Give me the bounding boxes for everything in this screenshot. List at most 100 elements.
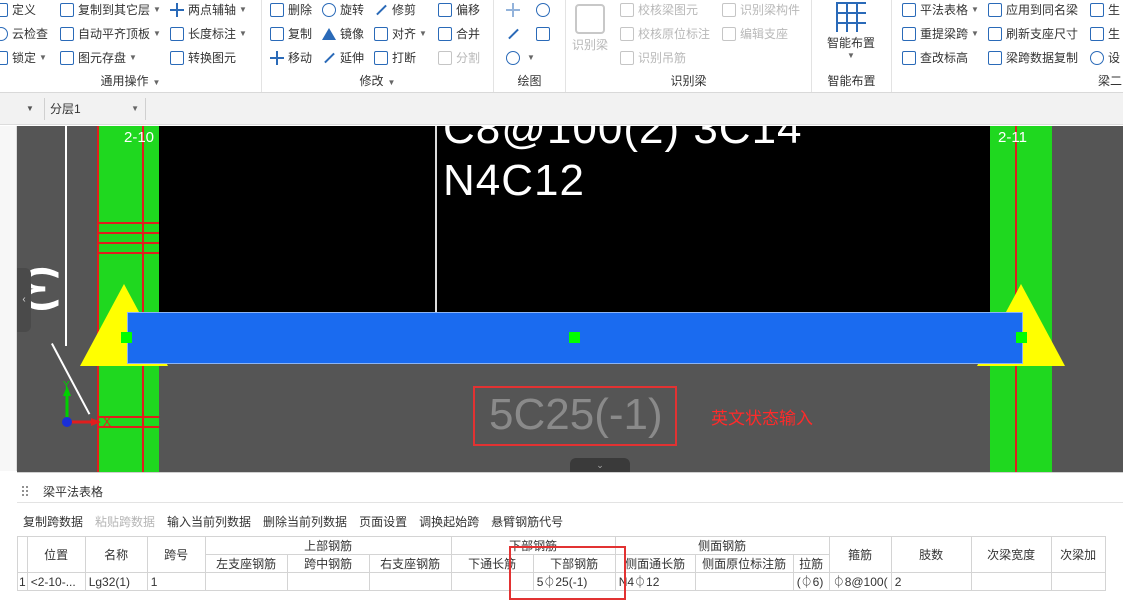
cell-span[interactable]: 1 bbox=[146, 572, 206, 591]
settings-icon bbox=[1090, 51, 1104, 65]
offset-button[interactable]: 偏移 bbox=[438, 0, 480, 20]
page-setup-button[interactable]: 页面设置 bbox=[359, 513, 407, 533]
cloud-check-button[interactable]: 云检查 bbox=[0, 24, 48, 44]
line-draw-button[interactable] bbox=[506, 24, 524, 44]
chevron-down-icon: ▼ bbox=[152, 78, 161, 87]
identify-hanger-button[interactable]: 识别吊筋 bbox=[620, 48, 686, 68]
smart-layout-button[interactable]: 智能布置 ▼ bbox=[818, 2, 884, 60]
layer-selector[interactable]: 分层1 ▼ bbox=[44, 98, 146, 120]
beam-stirrup-annotation[interactable]: C8@100(2) 3C14 bbox=[443, 126, 803, 154]
group-title-identify: 识别梁 bbox=[670, 74, 707, 88]
rotate-button[interactable]: 旋转 bbox=[322, 0, 364, 20]
rotate-point-draw-button[interactable] bbox=[536, 0, 554, 20]
beam-grip-middle[interactable] bbox=[569, 332, 580, 343]
move-button[interactable]: 移动 bbox=[270, 48, 312, 68]
hanger-icon bbox=[620, 51, 634, 65]
beam-grip-left[interactable] bbox=[121, 332, 132, 343]
edit-elevation-button[interactable]: 查改标高 bbox=[902, 48, 968, 68]
flat-table-button[interactable]: 平法表格 ▼ bbox=[902, 0, 979, 20]
beam-grip-right[interactable] bbox=[1016, 332, 1027, 343]
generate-button-1[interactable]: 生 bbox=[1090, 0, 1120, 20]
cell-side-through[interactable]: N4⏀12 bbox=[614, 572, 696, 591]
input-column-data-button[interactable]: 输入当前列数据 bbox=[167, 513, 251, 533]
copy-button[interactable]: 复制 bbox=[270, 24, 312, 44]
convert-element-button[interactable]: 转换图元 bbox=[170, 48, 236, 68]
cell-sub-width[interactable] bbox=[970, 572, 1052, 591]
check-beam-element-button[interactable]: 校核梁图元 bbox=[620, 0, 698, 20]
arc-draw-button[interactable]: ▼ bbox=[506, 48, 535, 68]
two-point-axis-button[interactable]: 两点辅轴 ▼ bbox=[170, 0, 247, 20]
layer-bar: ▼ 分层1 ▼ bbox=[0, 93, 1123, 125]
rect-draw-button[interactable] bbox=[536, 24, 554, 44]
check-inplace-annotation-button[interactable]: 校核原位标注 bbox=[620, 24, 710, 44]
group-general: 定义 云检查 锁定 ▼ 复制到其它层 ▼ 自动平齐顶板 ▼ 图元存盘 ▼ 两点辅轴 ▼ 长… bbox=[0, 0, 262, 92]
table-header-index bbox=[17, 536, 28, 573]
group-title-draw: 绘图 bbox=[517, 74, 542, 88]
cell-legs[interactable]: 2 bbox=[890, 572, 972, 591]
mirror-button[interactable]: 镜像 bbox=[322, 24, 364, 44]
drag-handle-icon[interactable] bbox=[21, 485, 29, 497]
table-header-side-through: 侧面通长筋 bbox=[614, 554, 696, 573]
align-button[interactable]: 对齐 ▼ bbox=[374, 24, 427, 44]
edit-support-icon bbox=[722, 27, 736, 41]
edit-support-button[interactable]: 编辑支座 bbox=[722, 24, 788, 44]
group-title-general[interactable]: 通用操作 ▼ bbox=[0, 72, 261, 89]
merge-button[interactable]: 合并 bbox=[438, 24, 480, 44]
cell-sub-add[interactable] bbox=[1050, 572, 1106, 591]
chevron-down-icon: ▼ bbox=[239, 5, 247, 14]
cantilever-rebar-code-button[interactable]: 悬臂钢筋代号 bbox=[491, 513, 563, 533]
floor-selector-dropdown[interactable]: ▼ bbox=[20, 99, 40, 119]
cell-stirrup[interactable]: ⏀8@100( bbox=[828, 572, 892, 591]
apply-same-name-button[interactable]: 应用到同名梁 bbox=[988, 0, 1078, 20]
delete-button[interactable]: 删除 bbox=[270, 0, 312, 20]
length-dimension-button[interactable]: 长度标注 ▼ bbox=[170, 24, 247, 44]
group-modify: 删除 复制 移动 旋转 镜像 延伸 修剪 对齐 ▼ 打断 偏移 合并 分割 修改 ▼ bbox=[262, 0, 494, 92]
point-draw-button[interactable] bbox=[506, 0, 524, 20]
split-button[interactable]: 分割 bbox=[438, 48, 480, 68]
generate-button-2[interactable]: 生 bbox=[1090, 24, 1120, 44]
panel-expand-handle[interactable]: ⌄ bbox=[570, 458, 630, 472]
refresh-support-size-button[interactable]: 刷新支座尺寸 bbox=[988, 24, 1078, 44]
element-save-button[interactable]: 图元存盘 ▼ bbox=[60, 48, 137, 68]
lock-button[interactable]: 锁定 ▼ bbox=[0, 48, 47, 68]
trim-button[interactable]: 修剪 bbox=[374, 0, 416, 20]
cell-position[interactable]: <2-10-... bbox=[26, 572, 86, 591]
group-title-modify[interactable]: 修改 ▼ bbox=[262, 72, 493, 89]
identify-beam-member-button[interactable]: 识别梁构件 bbox=[722, 0, 800, 20]
chevron-down-icon: ▼ bbox=[153, 5, 161, 14]
settings-button[interactable]: 设 bbox=[1090, 48, 1120, 68]
paste-span-data-button[interactable]: 粘贴跨数据 bbox=[95, 513, 155, 533]
define-button[interactable]: 定义 bbox=[0, 0, 36, 20]
span-data-copy-button[interactable]: 梁跨数据复制 bbox=[988, 48, 1078, 68]
copy-span-data-button[interactable]: 复制跨数据 bbox=[23, 513, 83, 533]
line-icon bbox=[506, 27, 520, 41]
mirror-icon bbox=[322, 28, 336, 40]
cell-top-right[interactable] bbox=[368, 572, 452, 591]
left-panel-collapse-handle[interactable]: ‹ bbox=[17, 268, 31, 332]
row-index: 1 bbox=[17, 572, 28, 591]
cell-tie[interactable]: (⏀6) bbox=[792, 572, 830, 591]
grid-layout-icon bbox=[836, 2, 866, 32]
table-header-name: 名称 bbox=[84, 536, 148, 573]
cell-side-inplace[interactable] bbox=[694, 572, 794, 591]
merge-icon bbox=[438, 27, 452, 41]
break-button[interactable]: 打断 bbox=[374, 48, 416, 68]
auto-align-slab-button[interactable]: 自动平齐顶板 ▼ bbox=[60, 24, 161, 44]
drawing-canvas[interactable]: 2-10 2-11 C8@100(2) 3C14 N4C12 ω 5C25(-1… bbox=[17, 126, 1123, 472]
delete-column-data-button[interactable]: 删除当前列数据 bbox=[263, 513, 347, 533]
chevron-down-icon: ▼ bbox=[129, 53, 137, 62]
axis-label-left: 2-10 bbox=[124, 129, 155, 146]
extend-button[interactable]: 延伸 bbox=[322, 48, 364, 68]
extend-icon bbox=[322, 51, 336, 65]
identify-beam-button[interactable]: 识别梁 bbox=[572, 4, 608, 53]
cell-top-left[interactable] bbox=[204, 572, 288, 591]
cell-top-mid[interactable] bbox=[286, 572, 370, 591]
table-icon bbox=[902, 3, 916, 17]
refresh-icon bbox=[988, 27, 1002, 41]
beam-side-rebar-annotation[interactable]: N4C12 bbox=[443, 156, 585, 206]
chevron-down-icon: ▼ bbox=[239, 29, 247, 38]
re-extract-span-button[interactable]: 重提梁跨 ▼ bbox=[902, 24, 979, 44]
cell-name[interactable]: Lg32(1) bbox=[84, 572, 148, 591]
swap-start-span-button[interactable]: 调换起始跨 bbox=[419, 513, 479, 533]
copy-to-other-floor-button[interactable]: 复制到其它层 ▼ bbox=[60, 0, 161, 20]
